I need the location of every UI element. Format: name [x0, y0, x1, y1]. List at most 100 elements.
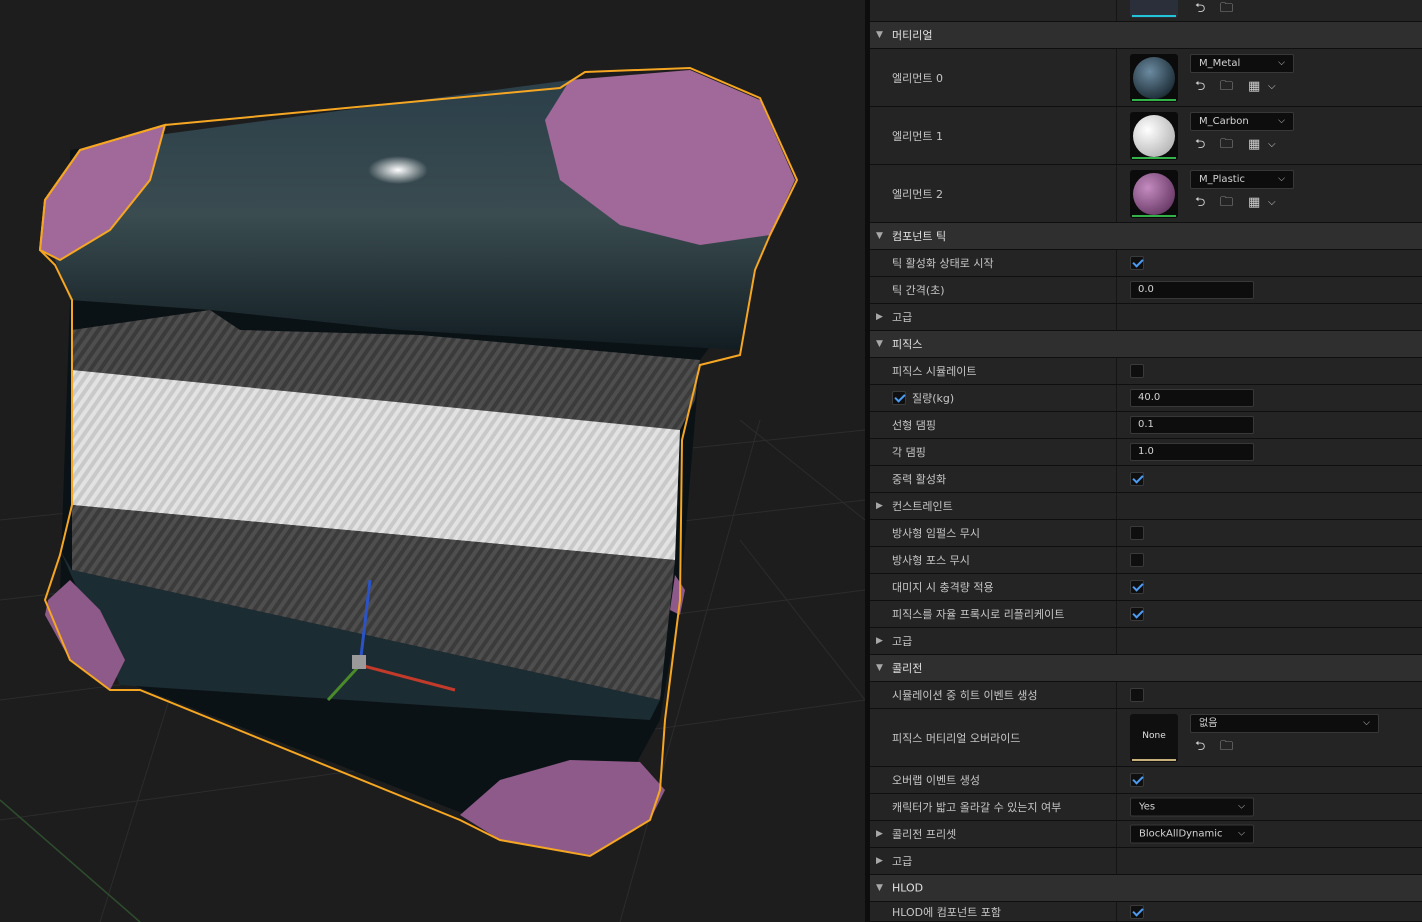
prop-label: 방사형 임펄스 무시 — [892, 527, 980, 540]
category-title: 피직스 — [892, 338, 923, 351]
hlod-include-checkbox[interactable] — [1130, 904, 1144, 919]
chevron-down-icon[interactable]: ⌵ — [1268, 196, 1276, 210]
thumbnail-type-bar — [1132, 157, 1176, 159]
group-constraints[interactable]: ▶ 컨스트레인트 — [870, 493, 1422, 520]
ignore-radial-impulse-checkbox[interactable] — [1130, 526, 1144, 540]
prop-replicate-physics: 피직스를 자율 프록시로 리플리케이트 — [870, 601, 1422, 628]
viewport[interactable] — [0, 0, 865, 922]
name-cell: 피직스 시뮬레이트 — [870, 358, 1117, 384]
checker-icon[interactable]: ▦ — [1248, 196, 1260, 210]
folder-search-icon[interactable]: 🗀 — [1220, 740, 1233, 754]
phys-material-combo[interactable]: 없음 ⌵ — [1190, 714, 1379, 733]
chevron-down-icon[interactable]: ⌵ — [1268, 80, 1276, 94]
category-collision[interactable]: ▼ 콜리전 — [870, 655, 1422, 682]
apply-impulse-on-damage-checkbox[interactable] — [1130, 580, 1144, 594]
mass-input[interactable]: 40.0 — [1130, 389, 1254, 407]
expand-arrow-icon[interactable]: ▶ — [876, 636, 883, 646]
prop-label: 피직스를 자율 프록시로 리플리케이트 — [892, 608, 1065, 621]
ignore-radial-force-checkbox[interactable] — [1130, 553, 1144, 567]
prop-label: 틱 활성화 상태로 시작 — [892, 257, 994, 270]
material-name: M_Metal — [1199, 58, 1241, 69]
material-element-row: 엘리먼트 1 M_Carbon ⌵ ⮌ 🗀 ▦ ⌵ — [870, 107, 1422, 165]
category-physics[interactable]: ▼ 피직스 — [870, 331, 1422, 358]
static-mesh-thumbnail[interactable] — [1130, 0, 1178, 18]
material-combo[interactable]: M_Carbon ⌵ — [1190, 112, 1294, 131]
prop-label: 틱 간격(초) — [892, 284, 945, 297]
folder-search-icon[interactable]: 🗀 — [1220, 80, 1233, 94]
prop-phys-material-override: 피직스 머티리얼 오버라이드 None 없음 ⌵ ⮌ 🗀 — [870, 709, 1422, 767]
collapse-arrow-icon[interactable]: ▼ — [876, 231, 883, 241]
enable-gravity-checkbox[interactable] — [1130, 472, 1144, 486]
category-title: HLOD — [892, 881, 924, 895]
chevron-down-icon: ⌵ — [1278, 174, 1285, 184]
prop-angular-damping: 각 댐핑 1.0 — [870, 439, 1422, 466]
category-hlod[interactable]: ▼ HLOD — [870, 875, 1422, 902]
linear-damping-input[interactable]: 0.1 — [1130, 416, 1254, 434]
prop-label: 각 댐핑 — [892, 446, 926, 459]
prop-label: 콜리전 프리셋 — [892, 828, 957, 841]
material-combo[interactable]: M_Metal ⌵ — [1190, 54, 1294, 73]
group-physics-advanced[interactable]: ▶ 고급 — [870, 628, 1422, 655]
browse-arrow-icon[interactable]: ⮌ — [1195, 740, 1205, 754]
hit-events-checkbox[interactable] — [1130, 688, 1144, 702]
browse-arrow-icon[interactable]: ⮌ — [1195, 138, 1205, 152]
can-step-up-combo[interactable]: Yes ⌵ — [1130, 797, 1254, 817]
name-cell: 엘리먼트 0 — [870, 49, 1117, 106]
collision-preset-value: BlockAllDynamic — [1139, 828, 1223, 840]
material-combo[interactable]: M_Plastic ⌵ — [1190, 170, 1294, 189]
overlap-events-checkbox[interactable] — [1130, 773, 1144, 787]
prop-label: 캐릭터가 밟고 올라갈 수 있는지 여부 — [892, 801, 1062, 814]
thumbnail-type-bar — [1132, 759, 1176, 761]
collision-preset-combo[interactable]: BlockAllDynamic ⌵ — [1130, 824, 1254, 844]
prop-apply-impulse-on-damage: 대미지 시 충격량 적용 — [870, 574, 1422, 601]
mass-override-checkbox[interactable] — [892, 391, 906, 405]
collapse-arrow-icon[interactable]: ▼ — [876, 883, 883, 893]
expand-arrow-icon[interactable]: ▶ — [876, 856, 883, 866]
prop-overlap-events: 오버랩 이벤트 생성 — [870, 767, 1422, 794]
tick-interval-input[interactable]: 0.0 — [1130, 281, 1254, 299]
expand-arrow-icon[interactable]: ▶ — [876, 501, 883, 511]
prop-mass: 질량(kg) 40.0 — [870, 385, 1422, 412]
phys-material-thumbnail[interactable]: None — [1130, 714, 1178, 762]
prop-enable-gravity: 중력 활성화 — [870, 466, 1422, 493]
prop-linear-damping: 선형 댐핑 0.1 — [870, 412, 1422, 439]
replicate-physics-checkbox[interactable] — [1130, 607, 1144, 621]
material-thumbnail[interactable] — [1130, 54, 1178, 102]
folder-search-icon[interactable]: 🗀 — [1220, 2, 1233, 16]
category-title: 콜리전 — [892, 662, 923, 675]
checker-icon[interactable]: ▦ — [1248, 138, 1260, 152]
browse-arrow-icon[interactable]: ⮌ — [1195, 196, 1205, 210]
group-tick-advanced[interactable]: ▶ 고급 — [870, 304, 1422, 331]
category-materials[interactable]: ▼ 머티리얼 — [870, 22, 1422, 49]
name-cell — [870, 0, 1117, 21]
collapse-arrow-icon[interactable]: ▼ — [876, 339, 883, 349]
category-title: 머티리얼 — [892, 29, 933, 42]
expand-arrow-icon[interactable]: ▶ — [876, 312, 883, 322]
thumbnail-type-bar — [1132, 15, 1176, 17]
category-component-tick[interactable]: ▼ 컴포넌트 틱 — [870, 223, 1422, 250]
prop-simulate-physics: 피직스 시뮬레이트 — [870, 358, 1422, 385]
folder-search-icon[interactable]: 🗀 — [1220, 138, 1233, 152]
material-thumbnail[interactable] — [1130, 112, 1178, 160]
static-mesh — [38, 66, 799, 858]
expand-arrow-icon[interactable]: ▶ — [876, 829, 883, 839]
angular-damping-input[interactable]: 1.0 — [1130, 443, 1254, 461]
browse-arrow-icon[interactable]: ⮌ — [1195, 80, 1205, 94]
prop-label: 피직스 머티리얼 오버라이드 — [892, 731, 1021, 745]
material-thumbnail[interactable] — [1130, 170, 1178, 218]
chevron-down-icon[interactable]: ⌵ — [1268, 138, 1276, 152]
group-collision-advanced[interactable]: ▶ 고급 — [870, 848, 1422, 875]
collapse-arrow-icon[interactable]: ▼ — [876, 30, 883, 40]
browse-arrow-icon[interactable]: ⮌ — [1195, 2, 1205, 16]
name-cell: 대미지 시 충격량 적용 — [870, 574, 1117, 600]
folder-search-icon[interactable]: 🗀 — [1220, 196, 1233, 210]
element-label: 엘리먼트 1 — [892, 129, 943, 143]
viewport-scene[interactable] — [0, 0, 865, 922]
name-cell: 방사형 임펄스 무시 — [870, 520, 1117, 546]
collapse-arrow-icon[interactable]: ▼ — [876, 663, 883, 673]
simulate-physics-checkbox[interactable] — [1130, 364, 1144, 378]
name-cell: ▶ 고급 — [870, 628, 1117, 654]
group-label: 고급 — [892, 855, 913, 868]
checker-icon[interactable]: ▦ — [1248, 80, 1260, 94]
start-with-tick-checkbox[interactable] — [1130, 256, 1144, 270]
